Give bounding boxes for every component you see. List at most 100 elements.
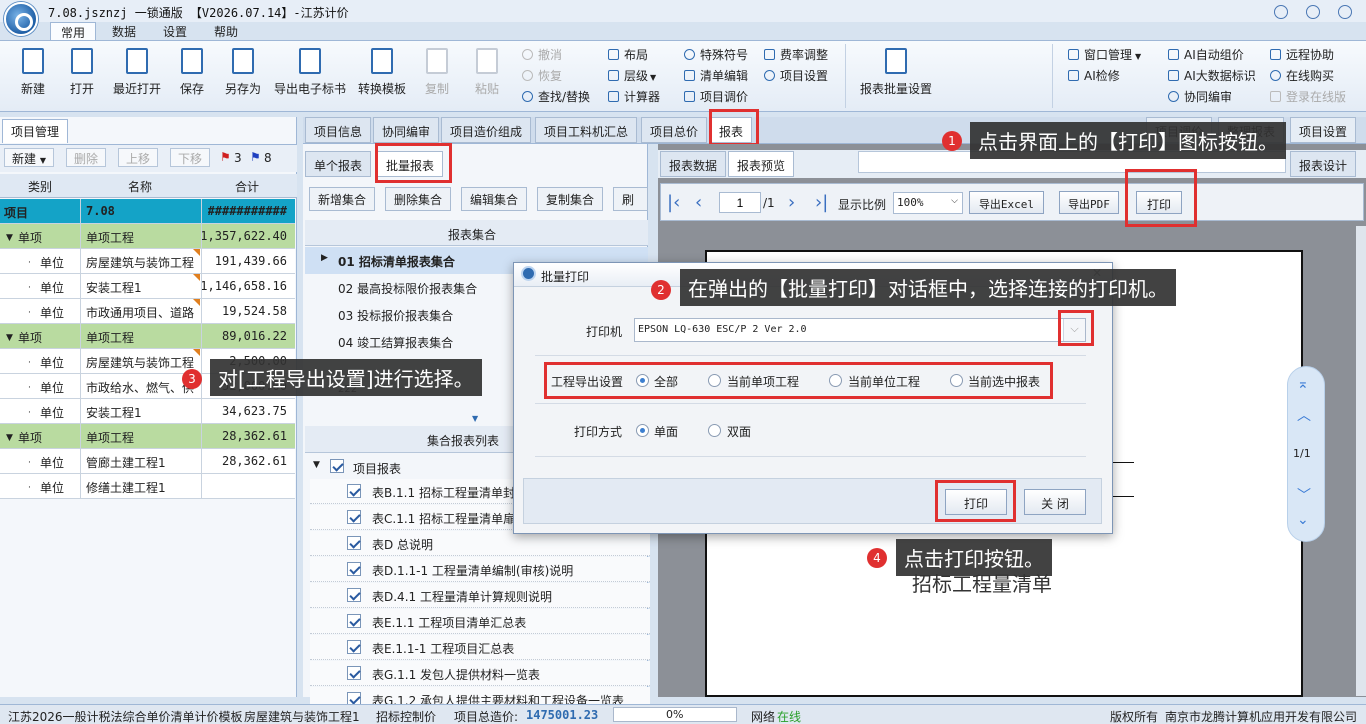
menu-tab-common[interactable]: 常用 — [50, 22, 97, 41]
report-batch-settings-button[interactable]: 报表批量设置 — [858, 48, 934, 97]
tree-expand-icon[interactable]: ▼ — [6, 433, 13, 443]
table-row[interactable]: · 单位 安装工程1 1,146,658.16 — [0, 274, 295, 299]
redo-button[interactable]: 恢复 — [522, 67, 562, 84]
table-row[interactable]: · 单位 市政通用项目、道路 19,524.58 — [0, 299, 295, 324]
menu-tab-settings[interactable]: 设置 — [153, 22, 197, 41]
list-item[interactable]: 表E.1.1 工程项目清单汇总表 — [310, 609, 650, 634]
delete-set-button[interactable]: 删除集合 — [385, 187, 452, 211]
red-flag-icon[interactable]: ⚑ — [220, 150, 231, 164]
report-checkbox[interactable] — [347, 614, 361, 628]
printer-select[interactable]: EPSON LQ-630 ESC/P 2 Ver 2.0 — [634, 318, 1086, 342]
level-button[interactable]: 层级 ▼ — [608, 67, 656, 84]
special-symbol-button[interactable]: 特殊符号 — [684, 46, 748, 63]
table-row[interactable]: ▼ 单项 单项工程 89,016.22 — [0, 324, 295, 349]
scale-select[interactable]: 100% ⌵ — [893, 192, 963, 214]
project-settings-button[interactable]: 项目设置 — [764, 67, 828, 84]
edit-set-button[interactable]: 编辑集合 — [461, 187, 528, 211]
tree-expand-icon[interactable]: ▼ — [6, 233, 13, 243]
find-replace-button[interactable]: 查找/替换 — [522, 88, 590, 105]
save-as-button[interactable]: 另存为 — [221, 48, 265, 97]
new-button[interactable]: 新建 — [14, 48, 52, 97]
rate-adjust-button[interactable]: 费率调整 — [764, 46, 828, 63]
project-price-adjust-button[interactable]: 项目调价 — [684, 88, 748, 105]
last-page-icon[interactable]: ›| — [815, 192, 828, 213]
open-button[interactable]: 打开 — [63, 48, 101, 97]
scroll-top-icon[interactable]: ⌅ — [1297, 376, 1309, 392]
online-buy-button[interactable]: 在线购买 — [1270, 67, 1334, 84]
report-checkbox[interactable] — [347, 536, 361, 550]
copy-set-button[interactable]: 复制集合 — [537, 187, 604, 211]
column-header-total[interactable]: 合计 — [235, 178, 259, 195]
column-header-type[interactable]: 类别 — [28, 178, 52, 195]
table-row[interactable]: · 单位 房屋建筑与装饰工程 191,439.66 — [0, 249, 295, 274]
minimize-icon[interactable] — [1274, 5, 1288, 19]
tab-report-preview[interactable]: 报表预览 — [728, 151, 795, 177]
list-item[interactable]: 表E.1.1-1 工程项目汇总表 — [310, 635, 650, 660]
blue-flag-icon[interactable]: ⚑ — [250, 150, 261, 164]
report-checkbox[interactable] — [347, 640, 361, 654]
table-row[interactable]: · 单位 安装工程1 34,623.75 — [0, 399, 295, 424]
copy-button[interactable]: 复制 — [418, 48, 456, 97]
ai-bigdata-button[interactable]: AI大数据标识 — [1168, 67, 1256, 84]
prev-page-icon[interactable]: ‹ — [695, 192, 702, 213]
scroll-down-icon[interactable]: ﹀ — [1297, 485, 1311, 505]
refresh-button[interactable]: 刷新 — [613, 187, 648, 211]
double-side-radio[interactable] — [708, 424, 721, 437]
table-row[interactable]: ▼ 单项 单项工程 28,362.61 — [0, 424, 295, 449]
table-row[interactable]: ▼项目 7.08 ########### — [0, 199, 295, 224]
export-excel-button[interactable]: 导出Excel — [969, 191, 1044, 214]
ai-auto-price-button[interactable]: AI自动组价 — [1168, 46, 1244, 63]
tab-project-info[interactable]: 项目信息 — [305, 117, 372, 143]
first-page-icon[interactable]: |‹ — [667, 192, 680, 213]
move-down-button[interactable]: 下移 — [170, 148, 211, 167]
tab-project-total[interactable]: 项目总价 — [641, 117, 708, 143]
restore-icon[interactable] — [1306, 5, 1320, 19]
list-item[interactable]: 表D.1.1-1 工程量清单编制(审核)说明 — [310, 557, 650, 582]
collab-review-button[interactable]: 协同编审 — [1168, 88, 1232, 105]
menu-tab-help[interactable]: 帮助 — [204, 22, 248, 41]
add-set-button[interactable]: 新增集合 — [309, 187, 376, 211]
save-button[interactable]: 保存 — [173, 48, 211, 97]
table-row[interactable]: · 单位 管廊土建工程1 28,362.61 — [0, 449, 295, 474]
list-item[interactable]: 表G.1.1 发包人提供材料一览表 — [310, 661, 650, 686]
ai-check-button[interactable]: AI检修 — [1068, 67, 1120, 84]
scroll-up-icon[interactable]: ︿ — [1297, 405, 1311, 425]
tree-expand-icon[interactable]: ▼ — [6, 333, 13, 343]
calculator-button[interactable]: 计算器 — [608, 88, 660, 105]
undo-button[interactable]: 撤消 — [522, 46, 562, 63]
list-edit-button[interactable]: 清单编辑 — [684, 67, 748, 84]
tree-collapse-icon[interactable]: ▼ — [313, 460, 320, 470]
report-checkbox[interactable] — [347, 484, 361, 498]
dialog-close-button[interactable]: 关 闭 — [1024, 489, 1086, 515]
tab-report-design[interactable]: 报表设计 — [1290, 151, 1357, 177]
tab-cost-composition[interactable]: 项目造价组成 — [441, 117, 532, 143]
move-up-button[interactable]: 上移 — [118, 148, 159, 167]
convert-template-button[interactable]: 转换模板 — [355, 48, 409, 97]
list-item[interactable]: 表D 总说明 — [310, 531, 650, 556]
remote-assist-button[interactable]: 远程协助 — [1270, 46, 1334, 63]
report-checkbox[interactable] — [347, 510, 361, 524]
tab-collab-review[interactable]: 协同编审 — [373, 117, 440, 143]
report-checkbox[interactable] — [347, 666, 361, 680]
tab-project-management[interactable]: 项目管理 — [2, 119, 69, 143]
export-bid-button[interactable]: 导出电子标书 — [272, 48, 348, 97]
page-number-input[interactable] — [719, 192, 761, 213]
tab-single-report[interactable]: 单个报表 — [305, 151, 372, 177]
table-row[interactable]: · 单位 修缮土建工程1 — [0, 474, 295, 499]
tab-project-settings[interactable]: 项目设置 — [1290, 117, 1357, 143]
export-pdf-button[interactable]: 导出PDF — [1059, 191, 1119, 214]
app-logo-icon[interactable] — [4, 2, 38, 36]
login-online-button[interactable]: 登录在线版 — [1270, 88, 1346, 105]
window-manage-button[interactable]: 窗口管理 ▼ — [1068, 46, 1141, 63]
new-item-button[interactable]: 新建 ▼ — [4, 148, 54, 167]
splitter-arrow-icon[interactable]: ▼ — [472, 414, 478, 423]
recent-button[interactable]: 最近打开 — [110, 48, 164, 97]
report-checkbox[interactable] — [347, 588, 361, 602]
paste-button[interactable]: 粘贴 — [468, 48, 506, 97]
tab-labor-material-summary[interactable]: 项目工料机汇总 — [535, 117, 638, 143]
scroll-bottom-icon[interactable]: ⌄ — [1297, 512, 1309, 528]
tab-report-data[interactable]: 报表数据 — [660, 151, 727, 177]
menu-tab-data[interactable]: 数据 — [102, 22, 146, 41]
column-header-name[interactable]: 名称 — [128, 178, 152, 195]
close-icon[interactable] — [1338, 5, 1352, 19]
